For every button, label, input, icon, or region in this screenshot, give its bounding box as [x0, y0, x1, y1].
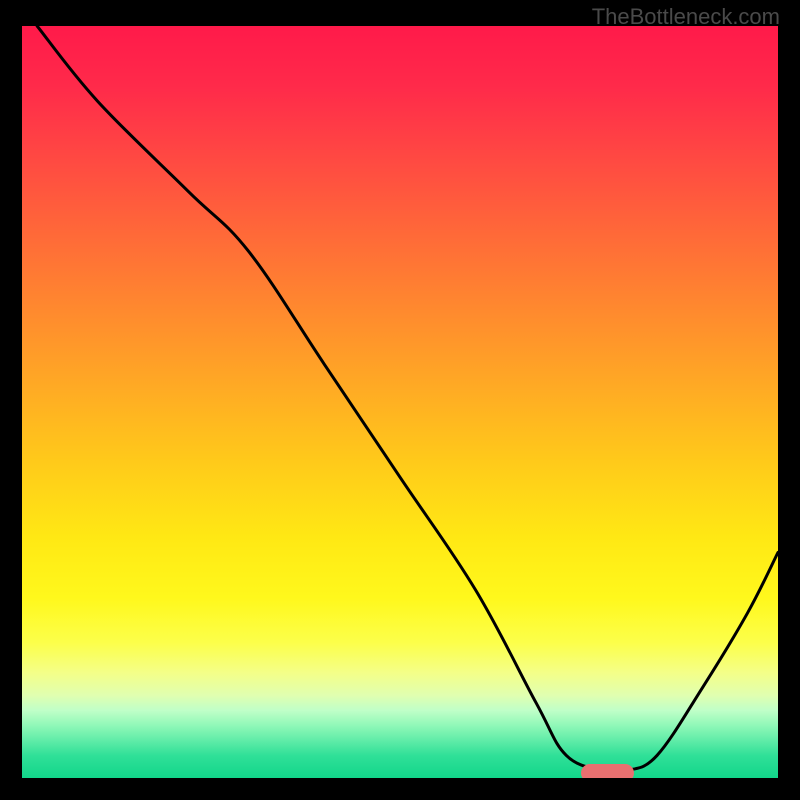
- optimal-range-marker: [581, 764, 634, 778]
- chart-plot-area: [22, 26, 778, 778]
- bottleneck-curve: [22, 26, 778, 778]
- watermark-text: TheBottleneck.com: [592, 4, 780, 30]
